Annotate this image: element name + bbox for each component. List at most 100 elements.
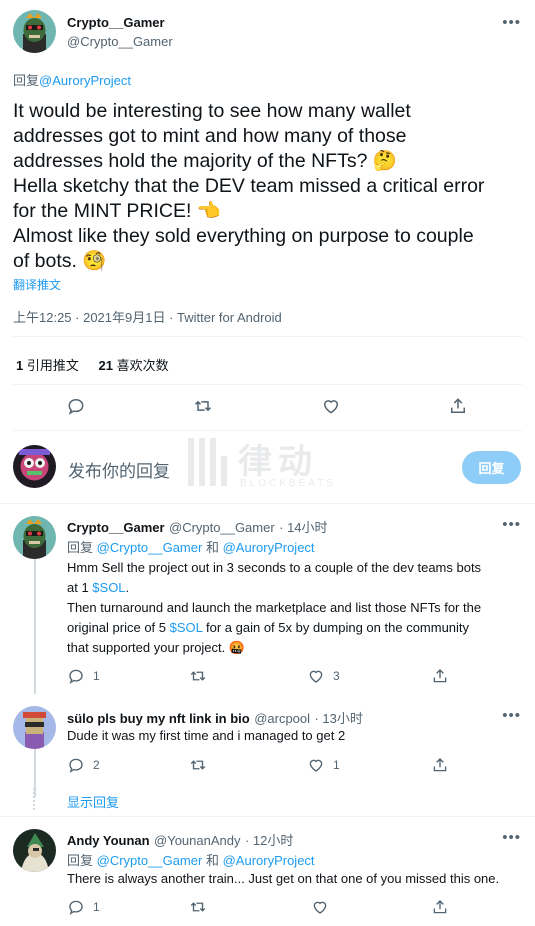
watermark-logo: 律动 BLOCKBEATS [186, 434, 352, 492]
show-replies-link[interactable]: 显示回复 [67, 792, 119, 811]
divider [0, 816, 535, 817]
reply-display-name[interactable]: sülo pls buy my nft link in bio [67, 711, 250, 726]
cashtag-link[interactable]: $SOL [170, 620, 203, 635]
reply-text-line: Hmm Sell the project out in 3 seconds to… [67, 560, 482, 575]
share-action[interactable] [431, 898, 449, 916]
reply-context: 回复 @Crypto__Gamer 和 @AuroryProject [67, 537, 315, 556]
retweet-action[interactable] [189, 667, 215, 685]
quote-label[interactable]: 引用推文 [27, 358, 79, 373]
reply-header: Andy Younan @YounanAndy · 12小时 [67, 830, 293, 850]
reply-action[interactable]: 2 [67, 756, 100, 774]
reply-prefix: 回复 [67, 540, 94, 555]
reply-avatar[interactable] [13, 706, 56, 749]
reply-and: 和 [205, 853, 219, 868]
reply-handle[interactable]: @Crypto__Gamer [169, 520, 275, 535]
reply-display-name[interactable]: Andy Younan [67, 833, 150, 848]
reply-context: 回复 @Crypto__Gamer 和 @AuroryProject [67, 850, 315, 869]
share-icon [433, 758, 447, 772]
like-action[interactable]: 1 [307, 756, 340, 774]
like-count[interactable]: 21 [99, 358, 113, 373]
reply-icon [69, 758, 83, 773]
divider [13, 384, 522, 385]
like-label[interactable]: 喜欢次数 [117, 358, 169, 373]
cashtag-link[interactable]: $SOL [92, 580, 125, 595]
divider [13, 430, 522, 431]
reply-text: Dude it was my first time and i managed … [67, 728, 346, 743]
tweet-text-line: Hella sketchy that the DEV team missed a… [13, 175, 485, 197]
watermark-cn: 律动 [238, 443, 318, 481]
author-handle[interactable]: @Crypto__Gamer [67, 34, 173, 49]
retweet-icon [190, 671, 206, 681]
more-icon[interactable]: ••• [502, 517, 521, 532]
reply-header: Crypto__Gamer @Crypto__Gamer · 14小时 [67, 517, 328, 537]
more-icon[interactable]: ••• [502, 708, 521, 723]
like-icon[interactable] [321, 396, 341, 416]
reply-count: 1 [93, 900, 100, 914]
tweet-stats: 1 引用推文 21 喜欢次数 [16, 355, 169, 374]
quote-count[interactable]: 1 [16, 358, 23, 373]
reply-count: 1 [93, 669, 100, 683]
translate-link[interactable]: 翻译推文 [13, 276, 61, 293]
reply-icon [69, 900, 83, 915]
reply-count: 2 [93, 758, 100, 772]
thread-dots [33, 788, 37, 810]
share-action[interactable] [431, 756, 449, 774]
divider [0, 503, 535, 504]
reply-prefix: 回复 [67, 853, 94, 868]
retweet-action[interactable] [189, 898, 215, 916]
tweet-text-line: of bots. 🧐 [13, 250, 107, 272]
retweet-icon[interactable] [193, 396, 213, 416]
mention-link[interactable]: @AuroryProject [223, 853, 315, 868]
reply-handle[interactable]: @YounanAndy [154, 833, 240, 848]
retweet-icon [190, 760, 206, 770]
author-display-name[interactable]: Crypto__Gamer [67, 15, 165, 30]
tweet-timestamp[interactable]: 上午12:25 · 2021年9月1日 · Twitter for Androi… [13, 307, 282, 326]
mention-link[interactable]: @AuroryProject [223, 540, 315, 555]
thread-line [34, 558, 36, 694]
more-icon[interactable]: ••• [502, 15, 521, 30]
reply-display-name[interactable]: Crypto__Gamer [67, 520, 165, 535]
tweet-text: It would be interesting to see how many … [13, 99, 528, 274]
divider [13, 336, 522, 337]
like-action[interactable] [311, 898, 337, 916]
reply-avatar[interactable] [13, 829, 56, 872]
mention-link[interactable]: @Crypto__Gamer [97, 540, 203, 555]
like-action[interactable]: 3 [307, 667, 340, 685]
reply-action[interactable]: 1 [67, 898, 100, 916]
share-action[interactable] [431, 667, 449, 685]
mention-link[interactable]: @AuroryProject [39, 73, 131, 88]
reply-text-line: original price of 5 $SOL for a gain of 5… [67, 620, 470, 635]
mention-link[interactable]: @Crypto__Gamer [97, 853, 203, 868]
author-avatar[interactable] [13, 10, 56, 53]
reply-text-line: at 1 $SOL. [67, 580, 130, 595]
share-icon[interactable] [448, 396, 468, 416]
reply-time[interactable]: · 14小时 [279, 520, 327, 535]
reply-and: 和 [205, 540, 219, 555]
reply-icon[interactable] [66, 396, 86, 416]
share-icon [433, 900, 447, 914]
share-icon [433, 669, 447, 683]
reply-action[interactable]: 1 [67, 667, 100, 685]
watermark-en: BLOCKBEATS [240, 478, 336, 489]
retweet-action[interactable] [189, 756, 215, 774]
tweet-text-line: It would be interesting to see how many … [13, 100, 411, 122]
like-icon [313, 901, 327, 914]
reply-time[interactable]: · 12小时 [245, 833, 293, 848]
reply-text: Hmm Sell the project out in 3 seconds to… [67, 558, 481, 658]
reply-input[interactable]: 发布你的回复 [68, 457, 170, 482]
tweet-text-line: addresses hold the majority of the NFTs?… [13, 150, 398, 172]
reply-time[interactable]: · 13小时 [314, 711, 362, 726]
reply-handle[interactable]: @arcpool [254, 711, 310, 726]
like-count: 1 [333, 758, 340, 772]
tweet-text-line: addresses got to mint and how many of th… [13, 125, 407, 147]
tweet-text-line: Almost like they sold everything on purp… [13, 225, 474, 247]
more-icon[interactable]: ••• [502, 830, 521, 845]
like-icon [309, 670, 323, 683]
reply-avatar[interactable] [13, 516, 56, 559]
composer-avatar [13, 445, 56, 488]
reply-context: 回复@AuroryProject [13, 70, 131, 89]
reply-button[interactable]: 回复 [462, 451, 521, 484]
reply-text: There is always another train... Just ge… [67, 871, 500, 886]
reply-text-line: Then turnaround and launch the marketpla… [67, 600, 482, 615]
reply-prefix: 回复 [13, 73, 40, 88]
